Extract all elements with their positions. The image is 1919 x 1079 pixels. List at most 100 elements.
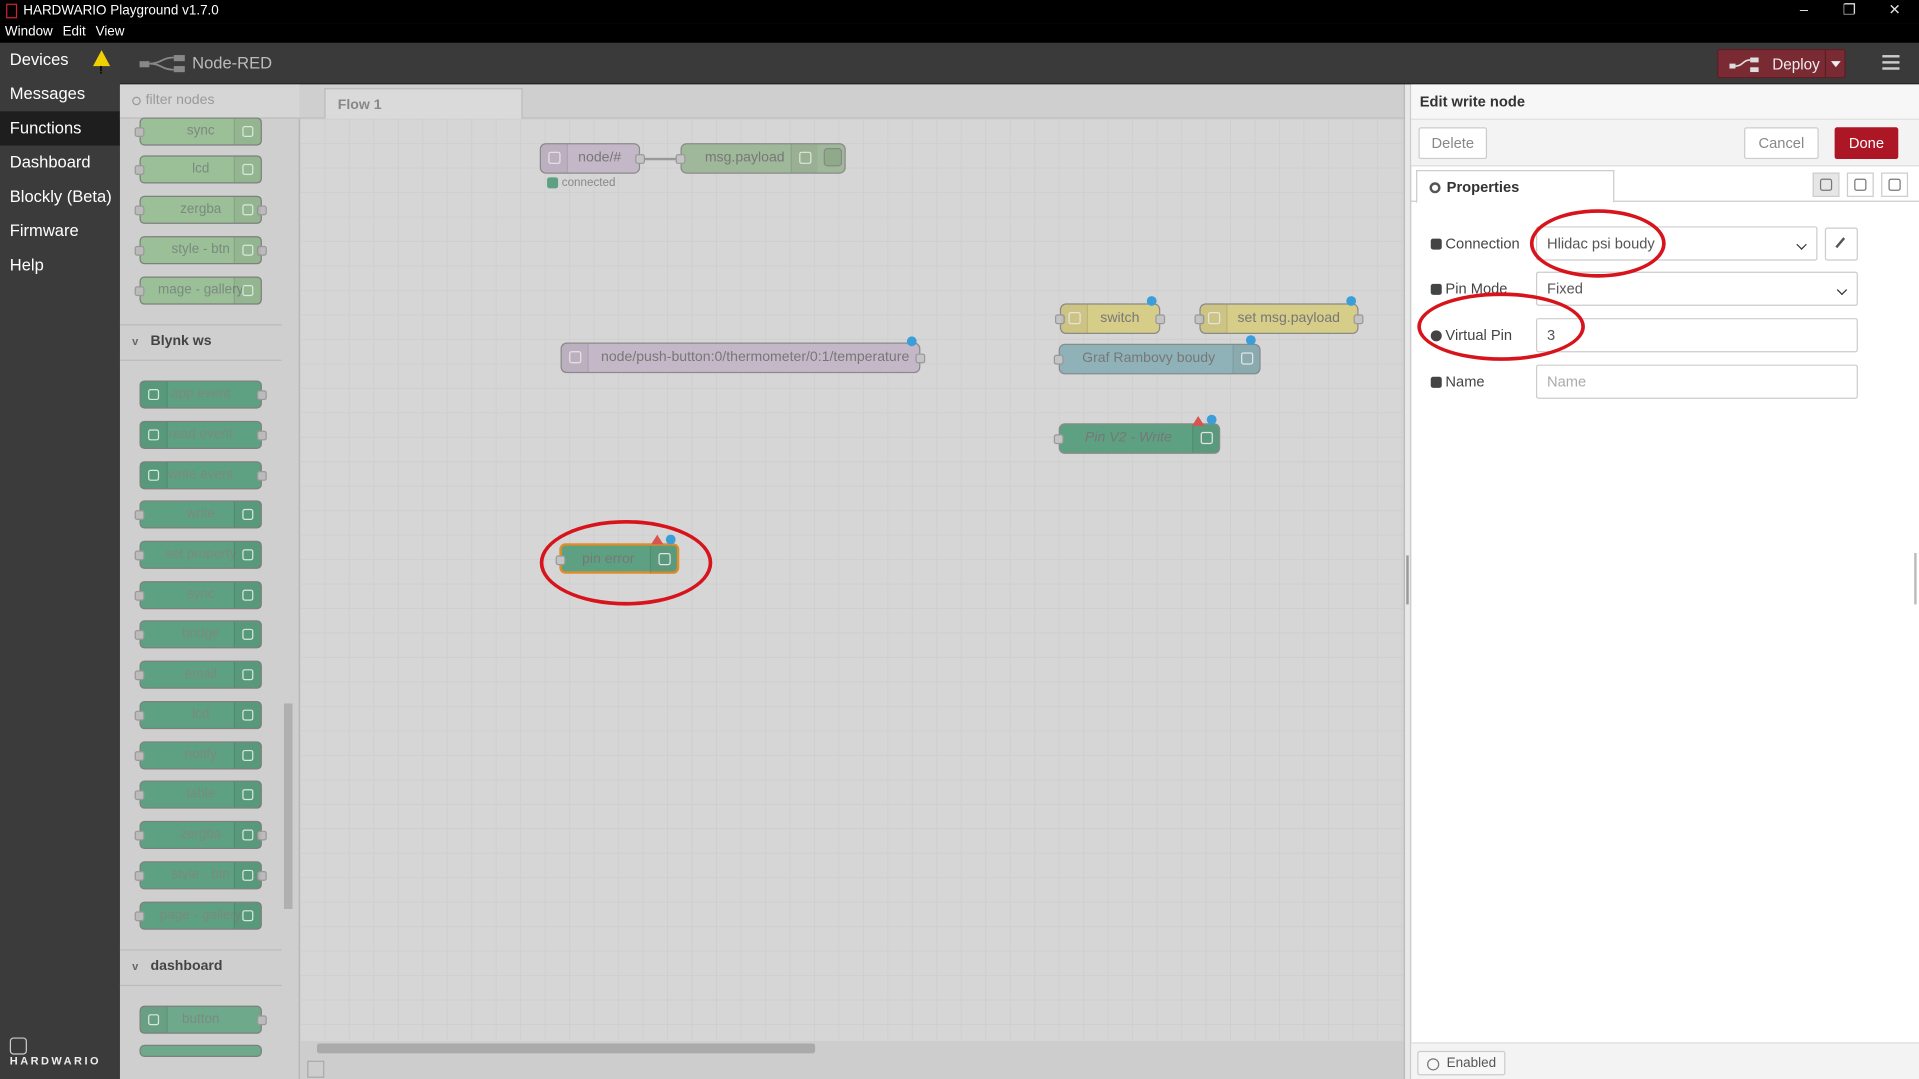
close-button[interactable]: ✕ — [1873, 1, 1917, 21]
edit-connection-button[interactable] — [1824, 227, 1858, 261]
palette-node-label: lcd — [192, 707, 210, 722]
category-label: Blynk ws — [150, 333, 212, 349]
palette-node-email[interactable]: email — [134, 660, 262, 689]
changed-indicator — [906, 336, 917, 347]
brand-text: HARDWARIO — [9, 1054, 101, 1067]
palette-node-label: lcd — [192, 161, 210, 177]
enabled-toggle[interactable]: Enabled — [1417, 1050, 1506, 1076]
table-icon — [233, 781, 261, 808]
main-menu-icon[interactable] — [1882, 55, 1900, 73]
palette-node-sync[interactable]: sync — [134, 117, 262, 146]
palette-node-image-gallery[interactable]: mage - gallery — [134, 276, 262, 305]
palette-node-zergba[interactable]: zergba — [134, 195, 267, 224]
edit-node-panel: Edit write node Delete Cancel Done Prope… — [1411, 84, 1919, 1079]
editor-footer: Enabled — [1411, 1042, 1919, 1079]
minimize-button[interactable]: – — [1782, 1, 1826, 21]
name-row: Name Name — [1430, 364, 1896, 399]
flow-node-chart[interactable]: Graf Rambovy boudy — [1053, 343, 1261, 375]
sync-icon — [233, 118, 261, 145]
zergba-icon — [233, 196, 261, 223]
switch-icon — [1061, 304, 1089, 333]
nav-firmware[interactable]: Firmware — [0, 214, 120, 248]
flow-node-label: Graf Rambovy boudy — [1082, 351, 1216, 366]
delete-button[interactable]: Delete — [1418, 127, 1488, 160]
description-tab-icon[interactable] — [1846, 172, 1874, 197]
done-button[interactable]: Done — [1834, 127, 1899, 160]
palette-scrollbar[interactable] — [283, 703, 293, 909]
palette-node-app-event[interactable]: app event — [139, 380, 267, 409]
palette-node-style-btn[interactable]: style - btn — [134, 861, 267, 890]
nav-messages[interactable]: Messages — [0, 77, 120, 111]
phone-icon — [233, 742, 261, 769]
flow-node-change[interactable]: set msg.payload — [1194, 303, 1364, 334]
nodered-logo-icon — [139, 55, 185, 73]
flow-workspace: Flow 1 node/# connected msg.payload node… — [299, 84, 1404, 1079]
lcd-icon — [233, 156, 261, 183]
flow-node-temperature-mqtt[interactable]: node/push-button:0/thermometer/0:1/tempe… — [560, 342, 926, 374]
palette-node-button[interactable]: button — [139, 1005, 267, 1034]
palette-node-table[interactable]: table — [134, 780, 262, 809]
palette-node-label: zergba — [180, 827, 222, 842]
nav-firmware-label: Firmware — [9, 221, 79, 240]
connection-label-text: Connection — [1445, 234, 1520, 253]
flow-node-mqtt-in[interactable]: node/# — [539, 143, 645, 174]
flow-node-pin-v2-write[interactable]: Pin V2 - Write — [1053, 423, 1221, 454]
shuffle-icon — [1200, 304, 1228, 333]
warning-icon — [93, 50, 111, 87]
nav-devices[interactable]: Devices — [0, 43, 120, 87]
menu-edit[interactable]: Edit — [58, 23, 91, 40]
palette-node-read-event[interactable]: read event — [139, 420, 267, 449]
workspace-scrollbar[interactable] — [316, 1043, 816, 1054]
tag-icon — [1430, 376, 1442, 388]
palette-node-write-event[interactable]: write event — [139, 461, 267, 490]
deploy-button[interactable]: Deploy — [1717, 48, 1846, 79]
pencil-icon — [1835, 237, 1850, 253]
palette-node-set-property[interactable]: set property — [134, 540, 262, 569]
palette-node-style-btn[interactable]: style - btn — [134, 236, 267, 265]
palette-node-write[interactable]: write — [134, 500, 262, 529]
blynk-icon — [233, 541, 261, 568]
nav-functions[interactable]: Functions — [0, 111, 120, 146]
palette-node-lcd[interactable]: lcd — [134, 155, 262, 184]
tab-flow-1[interactable]: Flow 1 — [324, 88, 523, 120]
menu-view[interactable]: View — [91, 23, 130, 40]
name-label-text: Name — [1445, 373, 1485, 391]
debug-toggle-button[interactable] — [823, 148, 843, 167]
deploy-dropdown-icon[interactable] — [1830, 61, 1841, 68]
cancel-button[interactable]: Cancel — [1744, 127, 1819, 160]
nav-dashboard[interactable]: Dashboard — [0, 146, 120, 180]
editor-scrollbar[interactable] — [1914, 552, 1917, 605]
maximize-button[interactable]: ❐ — [1827, 1, 1871, 21]
flow-canvas[interactable]: node/# connected msg.payload node/push-b… — [299, 118, 1404, 1042]
palette-node-zergba[interactable]: zergba — [134, 820, 267, 850]
palette-node-page-gallery[interactable]: page - gallery — [134, 901, 262, 930]
hardwario-logo-icon — [9, 1037, 27, 1055]
palette-node-label: app event — [171, 386, 231, 402]
sync-icon — [233, 582, 261, 609]
menu-window[interactable]: Window — [0, 23, 58, 40]
palette-node-label: button — [181, 1011, 220, 1027]
nav-functions-label: Functions — [9, 118, 82, 138]
appearance-tab-icon[interactable] — [1881, 172, 1909, 197]
palette-category-dashboard[interactable]: v dashboard — [120, 951, 282, 985]
search-icon[interactable] — [307, 1060, 325, 1078]
palette-filter[interactable]: filter nodes — [119, 84, 300, 119]
name-input[interactable]: Name — [1535, 364, 1858, 399]
palette-node-label: sync — [186, 123, 215, 139]
palette-node-bridge[interactable]: bridge — [134, 620, 262, 649]
palette-node-lcd[interactable]: lcd — [134, 701, 262, 730]
flow-node-switch[interactable]: switch — [1055, 303, 1166, 334]
nav-help[interactable]: Help — [0, 248, 120, 282]
nav-blockly[interactable]: Blockly (Beta) — [0, 180, 120, 214]
hand-pointer-icon — [140, 1006, 168, 1033]
nodered-title: Node-RED — [192, 53, 273, 73]
palette-node-notify[interactable]: notify — [134, 741, 262, 770]
tab-properties[interactable]: Properties — [1416, 170, 1615, 204]
palette-node-sync[interactable]: sync — [134, 581, 262, 610]
mqtt-icon — [540, 144, 568, 173]
sidebar-splitter[interactable] — [1403, 84, 1412, 1079]
flow-node-debug[interactable]: msg.payload — [675, 143, 846, 174]
settings-tab-icon[interactable] — [1812, 172, 1840, 197]
palette-category-blynk-ws[interactable]: v Blynk ws — [120, 325, 282, 359]
palette-node-partial[interactable] — [139, 1044, 262, 1058]
